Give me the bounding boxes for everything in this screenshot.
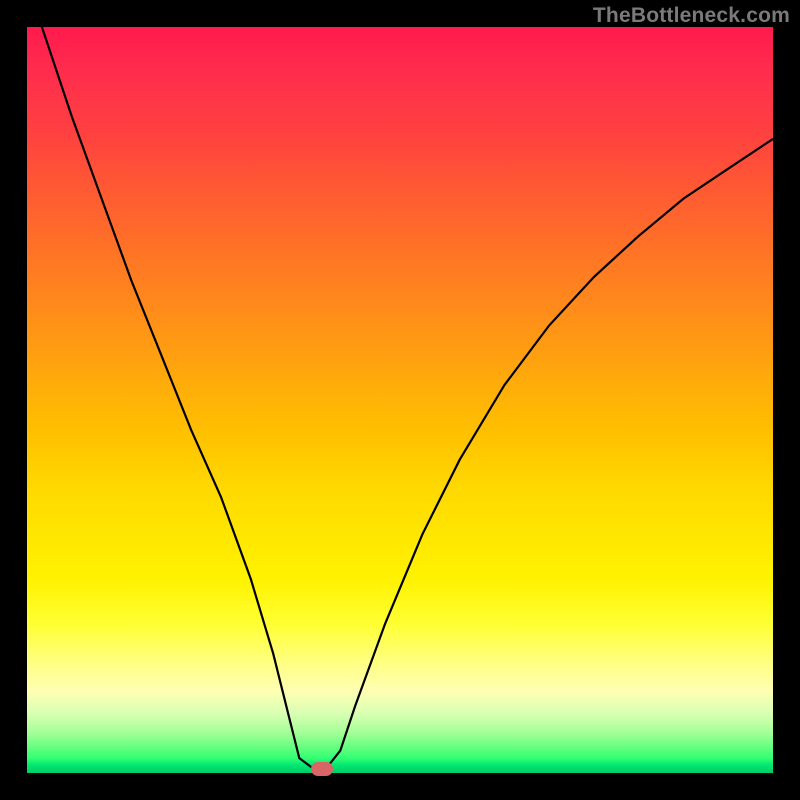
- chart-container: TheBottleneck.com: [0, 0, 800, 800]
- minimum-marker: [311, 762, 333, 776]
- watermark-text: TheBottleneck.com: [593, 4, 790, 28]
- plot-area: [27, 27, 773, 773]
- bottleneck-curve: [42, 27, 773, 769]
- curve-svg: [27, 27, 773, 773]
